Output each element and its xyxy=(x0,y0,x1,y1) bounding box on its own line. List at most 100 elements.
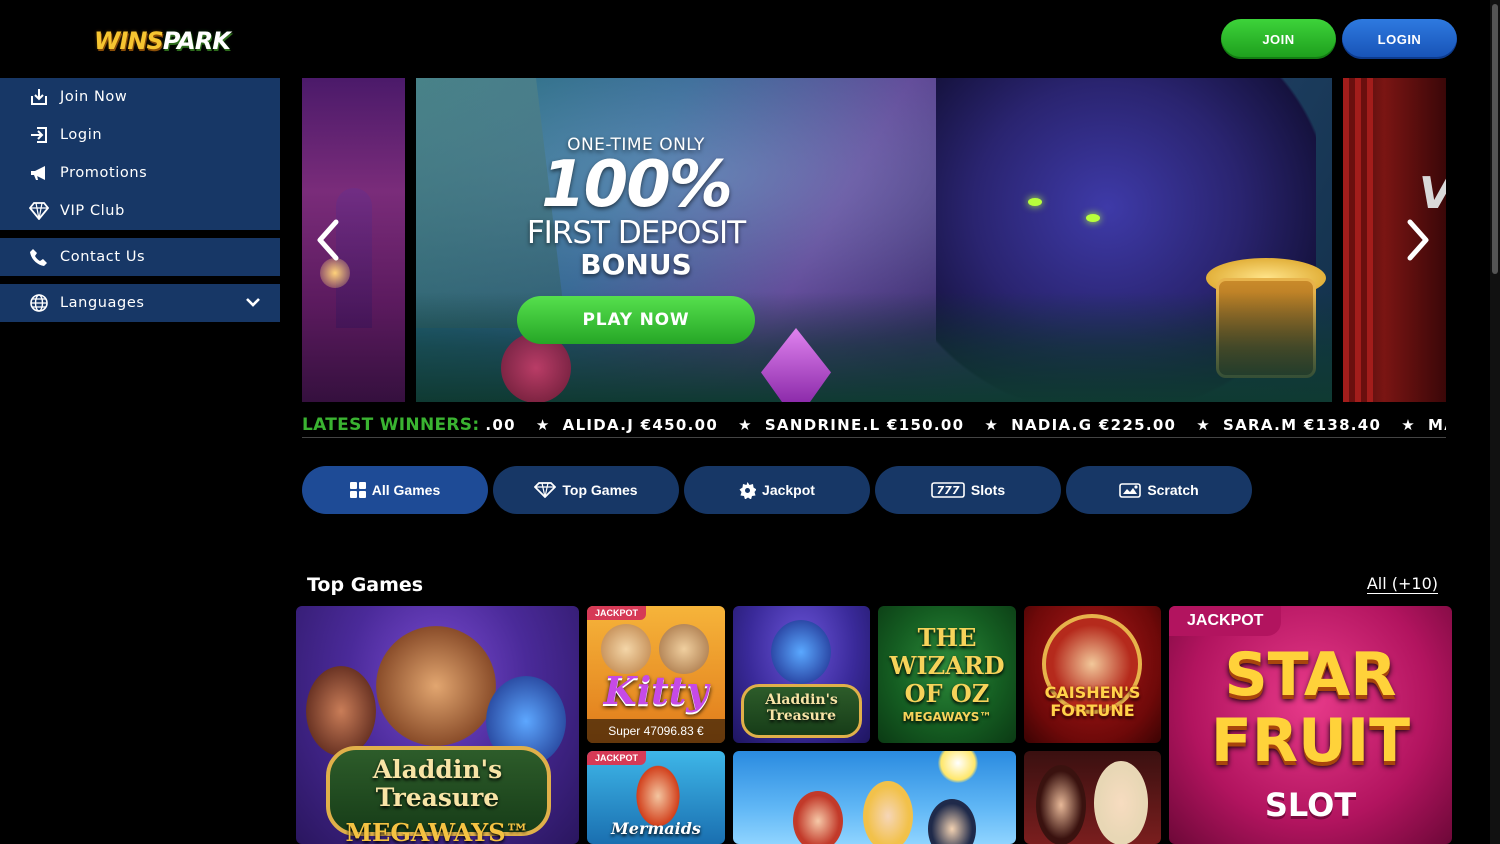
tab-top-games[interactable]: Top Games xyxy=(493,466,679,514)
sidebar-item-label: Join Now xyxy=(60,89,128,105)
tab-slots[interactable]: 777 Slots xyxy=(875,466,1061,514)
character-art xyxy=(1094,761,1148,844)
star-icon: ★ xyxy=(535,415,551,434)
winner-amount: €150.00 xyxy=(886,415,965,434)
game-subtitle: MEGAWAYS™ xyxy=(345,818,530,844)
game-title: STAR FRUIT xyxy=(1210,640,1411,776)
game-tile-angels-demons[interactable] xyxy=(1024,751,1161,844)
chevron-right-icon[interactable] xyxy=(1404,216,1434,264)
game-tile-aladdins-treasure-megaways[interactable]: Aladdin's Treasure MEGAWAYS™ xyxy=(296,606,579,844)
tab-label: Scratch xyxy=(1147,482,1199,498)
page-scrollbar[interactable] xyxy=(1490,0,1500,844)
game-title: CAISHEN'S FORTUNE xyxy=(1044,683,1141,720)
jackpot-badge: JACKPOT xyxy=(587,751,647,765)
section-title-top-games: Top Games xyxy=(307,574,424,596)
game-tile-mermaids[interactable]: JACKPOT Mermaids xyxy=(587,751,725,844)
ticker-lead-fragment: .00 xyxy=(485,415,516,434)
game-title: Aladdin's Treasure xyxy=(372,755,503,812)
sidebar: Join Now Login Promotions VIP Club Conta… xyxy=(0,78,280,330)
grid-icon xyxy=(349,482,366,498)
curtain-image xyxy=(1343,78,1373,402)
game-tile-beach-game[interactable] xyxy=(733,751,1016,844)
tab-label: Top Games xyxy=(562,482,638,498)
ticker-entry: ★ SARA.M €138.40 xyxy=(1196,416,1381,434)
diamond-icon xyxy=(534,482,557,498)
tab-jackpot[interactable]: Jackpot xyxy=(684,466,870,514)
megaphone-icon xyxy=(28,163,50,183)
globe-icon xyxy=(28,293,50,313)
phone-icon xyxy=(28,247,50,267)
sidebar-item-languages[interactable]: Languages xyxy=(0,284,280,322)
scrollbar-thumb[interactable] xyxy=(1492,4,1498,274)
sidebar-item-label: VIP Club xyxy=(60,203,125,219)
game-subtitle: MEGAWAYS™ xyxy=(902,710,992,724)
promo-line-first-deposit: FIRST DEPOSIT xyxy=(526,215,746,251)
tab-scratch[interactable]: Scratch xyxy=(1066,466,1252,514)
sidebar-item-contact-us[interactable]: Contact Us xyxy=(0,238,280,276)
ticker-entry: ★ ALIDA.J €450.00 xyxy=(536,416,718,434)
game-category-tabs: All Games Top Games Jackpot 777 Slots Sc… xyxy=(302,466,1252,514)
play-now-button[interactable]: PLAY NOW xyxy=(517,296,755,344)
game-art xyxy=(376,626,496,746)
chevron-left-icon[interactable] xyxy=(312,216,342,264)
sidebar-languages-group: Languages xyxy=(0,284,280,322)
tab-label: Jackpot xyxy=(762,482,815,498)
winner-name: SARA.M xyxy=(1223,415,1298,434)
jackpot-value: Super 47096.83 € xyxy=(587,719,725,743)
winner-amount: €225.00 xyxy=(1098,415,1177,434)
header: WINS PARK JOIN LOGIN xyxy=(0,0,1500,78)
login-icon xyxy=(28,125,50,145)
tab-all-games[interactable]: All Games xyxy=(302,466,488,514)
game-title: Mermaids xyxy=(611,819,701,838)
ticker-entry: ★ SANDRINE.L €150.00 xyxy=(738,416,964,434)
promo-line-percent: 100% xyxy=(541,148,733,222)
logo-text-park: PARK xyxy=(162,27,231,55)
kitten-art xyxy=(601,624,651,674)
slots-777-icon: 777 xyxy=(931,482,965,498)
svg-text:777: 777 xyxy=(936,484,959,497)
game-art xyxy=(306,666,376,756)
game-tile-caishens-fortune[interactable]: CAISHEN'S FORTUNE xyxy=(1024,606,1161,743)
game-tile-aladdins-treasure[interactable]: Aladdin's Treasure xyxy=(733,606,870,743)
star-icon: ★ xyxy=(1401,415,1417,434)
join-button[interactable]: JOIN xyxy=(1221,19,1336,59)
winner-name: MARIA.D xyxy=(1428,415,1446,434)
genie-art xyxy=(771,620,831,684)
star-icon: ★ xyxy=(1196,415,1212,434)
sidebar-item-login[interactable]: Login xyxy=(0,116,280,154)
chevron-down-icon xyxy=(246,295,260,311)
logo-text-wins: WINS xyxy=(94,27,164,55)
character-art xyxy=(928,799,976,844)
sidebar-item-promotions[interactable]: Promotions xyxy=(0,154,280,192)
sidebar-item-label: Promotions xyxy=(60,165,148,181)
latest-winners-ticker: LATEST WINNERS: .00 ★ ALIDA.J €450.00 ★ … xyxy=(302,412,1446,438)
sidebar-item-label: Languages xyxy=(60,295,145,311)
login-button[interactable]: LOGIN xyxy=(1342,19,1457,59)
all-games-link[interactable]: All (+10) xyxy=(1366,574,1438,594)
ticker-entry: ★ MARIA.D xyxy=(1401,416,1446,434)
sidebar-item-label: Login xyxy=(60,127,103,143)
latest-winners-label: LATEST WINNERS: xyxy=(302,414,480,435)
game-tile-kitty[interactable]: Kitty JACKPOT Super 47096.83 € xyxy=(587,606,725,743)
scratch-card-icon xyxy=(1119,482,1142,498)
game-tile-wizard-of-oz-megaways[interactable]: THE WIZARD OF OZ MEGAWAYS™ xyxy=(878,606,1016,743)
winspark-logo[interactable]: WINS PARK xyxy=(94,24,231,58)
game-tile-star-fruit-slot[interactable]: JACKPOT STAR FRUIT SLOT xyxy=(1169,606,1452,844)
diamond-icon xyxy=(28,201,50,221)
character-art xyxy=(1036,765,1086,844)
winner-name: ALIDA.J xyxy=(562,415,635,434)
character-art xyxy=(793,791,843,844)
next-slide-text: V xyxy=(1419,168,1446,219)
sidebar-item-label: Contact Us xyxy=(60,249,146,265)
promo-carousel: ONE-TIME ONLY 100% FIRST DEPOSIT BONUS P… xyxy=(302,78,1446,402)
sidebar-item-vip-club[interactable]: VIP Club xyxy=(0,192,280,230)
ticker-entry: ★ NADIA.G €225.00 xyxy=(984,416,1176,434)
sidebar-item-join-now[interactable]: Join Now xyxy=(0,78,280,116)
sidebar-contact-group: Contact Us xyxy=(0,238,280,276)
winner-name: SANDRINE.L xyxy=(764,415,881,434)
carousel-active-slide[interactable]: ONE-TIME ONLY 100% FIRST DEPOSIT BONUS P… xyxy=(416,78,1332,402)
star-icon: ★ xyxy=(984,415,1000,434)
game-title: Aladdin's Treasure xyxy=(765,692,838,724)
tab-label: Slots xyxy=(970,482,1006,498)
gear-icon xyxy=(739,481,757,499)
